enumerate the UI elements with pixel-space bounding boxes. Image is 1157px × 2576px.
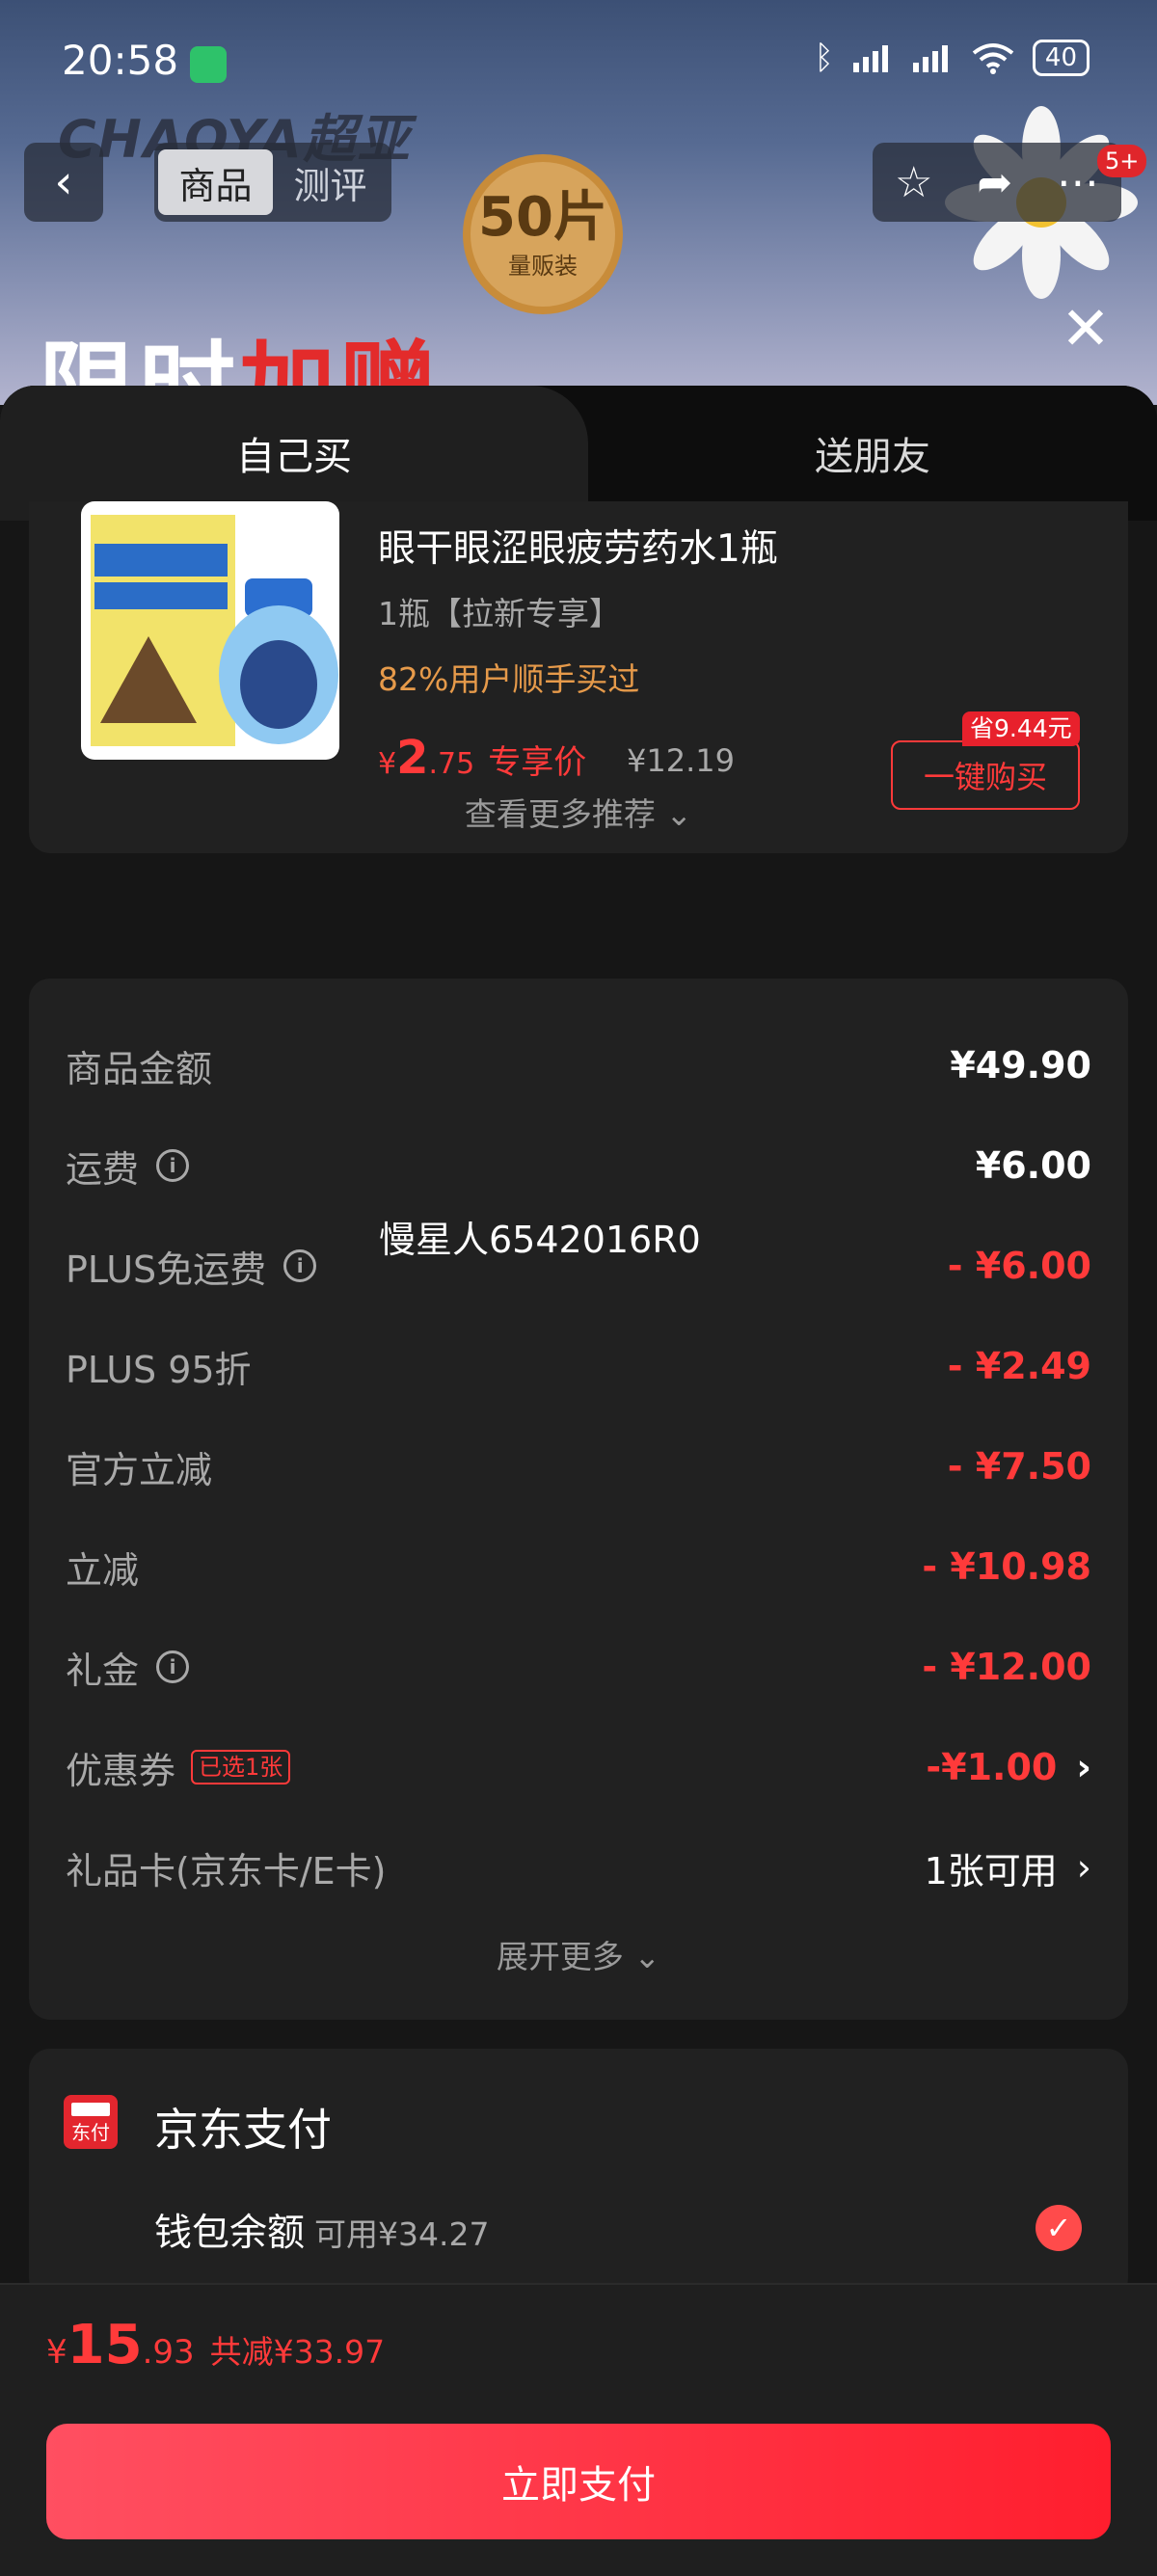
row-gift-money: 礼金 i - ¥12.00 xyxy=(66,1638,1091,1696)
row-shipping: 运费 i ¥6.00 xyxy=(66,1137,1091,1194)
row-value: 1张可用 xyxy=(924,1849,1058,1892)
jd-pay-icon: 东付 xyxy=(64,2095,118,2149)
recommend-price: ¥2.75 专享价 xyxy=(378,731,587,785)
back-button[interactable]: ‹ xyxy=(24,143,103,222)
row-item-amount: 商品金额 ¥49.90 xyxy=(66,1036,1091,1094)
row-coupon[interactable]: 优惠券 已选1张 -¥1.00 › xyxy=(66,1738,1091,1796)
share-icon[interactable]: ➦ xyxy=(977,158,1012,207)
recommend-title: 眼干眼涩眼疲劳药水1瓶 xyxy=(378,527,778,571)
wechat-notification-icon xyxy=(190,46,227,83)
row-label: PLUS免运费 xyxy=(66,1248,267,1291)
row-instant-discount: 立减 - ¥10.98 xyxy=(66,1538,1091,1596)
payment-card: 东付 京东支付 钱包余额 可用¥34.27 ✓ xyxy=(29,2049,1128,2299)
row-plus-discount: PLUS 95折 - ¥2.49 xyxy=(66,1337,1091,1395)
bluetooth-icon: ᛒ xyxy=(814,39,834,77)
recommend-social-proof: 82%用户顺手买过 xyxy=(378,660,640,698)
chevron-left-icon: ‹ xyxy=(54,155,73,209)
checkmark-icon[interactable]: ✓ xyxy=(1036,2205,1082,2251)
row-value: ¥6.00 xyxy=(975,1144,1091,1187)
tab-buy-self[interactable]: 自己买 xyxy=(0,386,588,521)
row-value: -¥1.00 xyxy=(926,1746,1058,1788)
signal-icon xyxy=(852,45,888,72)
tab-review[interactable]: 测评 xyxy=(273,149,388,215)
user-watermark-name: 慢星人6542016R0 xyxy=(379,1219,701,1261)
row-value: - ¥6.00 xyxy=(947,1245,1091,1287)
more-icon[interactable]: ⋯ xyxy=(1057,158,1099,207)
info-icon[interactable]: i xyxy=(283,1249,317,1282)
status-bar: 20:58 ᛒ 40 xyxy=(0,0,1157,130)
quantity-badge: 50片 量贩装 xyxy=(463,154,623,314)
favorite-star-icon[interactable]: ☆ xyxy=(895,158,932,207)
recommend-card: 眼干眼涩眼疲劳药水1瓶 1瓶【拉新专享】 82%用户顺手买过 ¥2.75 专享价 … xyxy=(29,501,1128,853)
expand-more-link[interactable]: 展开更多 ⌄ xyxy=(29,1931,1128,1977)
recommend-spec: 1瓶【拉新专享】 xyxy=(378,595,621,632)
top-actions: ☆ ➦ ⋯ xyxy=(873,143,1121,222)
row-label: 官方立减 xyxy=(66,1448,213,1491)
row-label: PLUS 95折 xyxy=(66,1348,252,1391)
product-image[interactable] xyxy=(81,501,339,760)
recommend-original-price: ¥12.19 xyxy=(627,742,735,779)
row-value: - ¥10.98 xyxy=(922,1545,1091,1588)
more-recommend-link[interactable]: 查看更多推荐 ⌄ xyxy=(29,789,1128,835)
info-icon[interactable]: i xyxy=(156,1650,190,1683)
bottom-pay-bar: ¥15.93 共减¥33.97 立即支付 xyxy=(0,2283,1157,2576)
pay-now-button[interactable]: 立即支付 xyxy=(46,2424,1111,2539)
row-label: 商品金额 xyxy=(66,1047,213,1090)
status-icons: ᛒ 40 xyxy=(815,39,1090,77)
price-summary-card: 商品金额 ¥49.90 运费 i ¥6.00 PLUS免运费 i - ¥6.00 P… xyxy=(29,979,1128,2020)
battery-icon: 40 xyxy=(1032,40,1090,76)
row-label: 运费 xyxy=(66,1147,140,1191)
row-value: - ¥2.49 xyxy=(947,1345,1091,1387)
wallet-balance-option[interactable]: 钱包余额 可用¥34.27 xyxy=(154,2203,489,2257)
row-official-discount: 官方立减 - ¥7.50 xyxy=(66,1437,1091,1495)
eye-drop-product-image xyxy=(91,515,338,746)
tab-product[interactable]: 商品 xyxy=(158,149,273,215)
message-badge: 5+ xyxy=(1097,145,1147,177)
chevron-right-icon: › xyxy=(1076,1846,1091,1889)
checkout-sheet: 送朋友 自己买 眼干眼涩眼疲劳药水1瓶 1瓶【拉新专享】 82%用户顺手买过 ¥… xyxy=(0,386,1157,2574)
row-gift-card[interactable]: 礼品卡(京东卡/E卡) 1张可用 › xyxy=(66,1838,1091,1896)
chevron-right-icon: › xyxy=(1076,1746,1091,1788)
row-label: 优惠券 xyxy=(66,1749,176,1792)
badge-number: 50片 xyxy=(478,185,607,249)
buy-mode-tabs: 送朋友 自己买 xyxy=(0,386,1157,521)
info-icon[interactable]: i xyxy=(156,1149,190,1182)
signal-icon-2 xyxy=(912,45,948,72)
row-value: - ¥12.00 xyxy=(922,1646,1091,1688)
total-reduced: 共减¥33.97 xyxy=(209,2333,386,2371)
payment-title: 京东支付 xyxy=(154,2104,332,2156)
status-time: 20:58 xyxy=(62,37,179,84)
row-label: 礼品卡(京东卡/E卡) xyxy=(66,1849,387,1892)
close-icon[interactable]: ✕ xyxy=(1061,299,1111,359)
product-tabs: 商品 测评 xyxy=(154,143,391,222)
save-tag: 省9.44元 xyxy=(962,711,1080,746)
row-value: - ¥7.50 xyxy=(947,1445,1091,1488)
wifi-icon xyxy=(972,43,1014,74)
badge-text: 量贩装 xyxy=(508,252,578,280)
wallet-available: 可用¥34.27 xyxy=(314,2215,490,2253)
row-value: ¥49.90 xyxy=(950,1044,1091,1087)
coupon-selected-tag: 已选1张 xyxy=(191,1750,291,1784)
tab-gift-friend[interactable]: 送朋友 xyxy=(588,386,1157,521)
row-label: 立减 xyxy=(66,1548,140,1592)
total-price: ¥15.93 共减¥33.97 xyxy=(46,2314,386,2376)
row-label: 礼金 xyxy=(66,1649,140,1692)
